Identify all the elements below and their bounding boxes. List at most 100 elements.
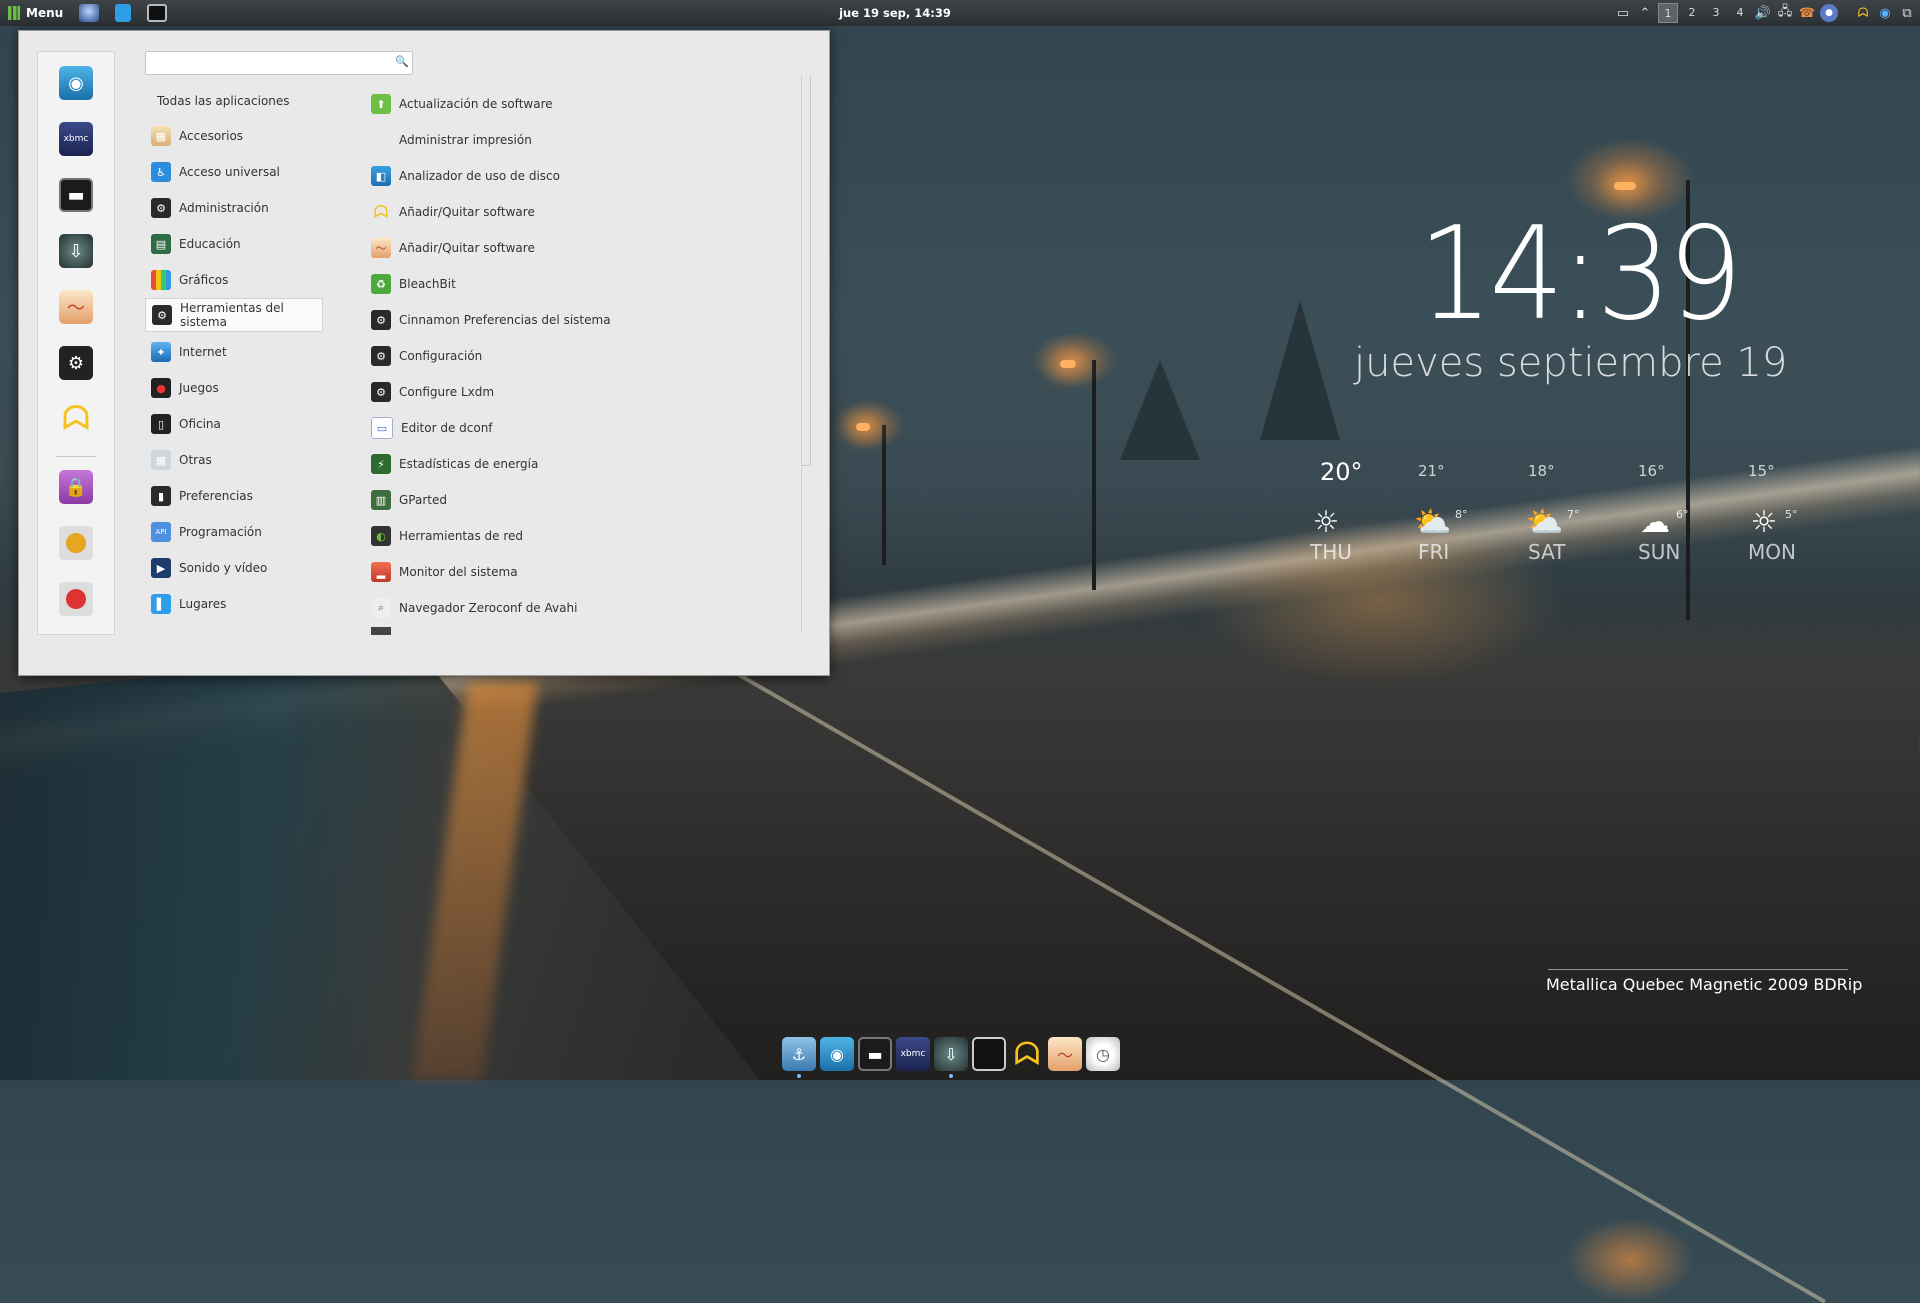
category-graficos[interactable]: Gráficos xyxy=(145,263,323,297)
dock-xbmc-icon[interactable]: xbmc xyxy=(896,1037,930,1071)
category-otras[interactable]: ▦ Otras xyxy=(145,443,323,477)
pacman-icon[interactable]: ᗣ xyxy=(1854,4,1872,22)
phone-icon[interactable]: ☎ xyxy=(1798,4,1816,22)
category-programacion[interactable]: API Programación xyxy=(145,515,323,549)
category-preferencias[interactable]: ▮ Preferencias xyxy=(145,479,323,513)
weather-high-temp: 16° xyxy=(1638,462,1665,480)
app-item[interactable]: ᗣ Añadir/Quitar software xyxy=(371,195,811,229)
update-arrow-icon: ⬆ xyxy=(371,94,391,114)
shutdown-icon[interactable] xyxy=(59,582,93,616)
weather-day: FRI xyxy=(1418,540,1450,564)
wallpaper-lamp-light xyxy=(1614,182,1636,190)
dock-terminal-icon[interactable] xyxy=(972,1037,1006,1071)
update-manager-icon[interactable]: ◉ xyxy=(1876,4,1894,22)
app-item[interactable]: ♻ BleachBit xyxy=(371,267,811,301)
workspace-1[interactable]: 1 xyxy=(1658,3,1678,23)
category-sonido-y-video[interactable]: ▶ Sonido y vídeo xyxy=(145,551,323,585)
category-label: Herramientas del sistema xyxy=(180,301,284,329)
weather-high-temp: 18° xyxy=(1528,462,1555,480)
wallpaper-bridge xyxy=(0,650,760,1080)
weather-day: THU xyxy=(1310,540,1352,564)
volume-icon[interactable]: 🔊 xyxy=(1754,4,1772,22)
apps-scrollbar[interactable] xyxy=(801,75,811,633)
clock-app-launcher-icon[interactable] xyxy=(79,4,100,22)
favorite-xbmc-icon[interactable]: xbmc xyxy=(59,122,93,156)
category-label: Internet xyxy=(179,345,227,359)
workspace-2[interactable]: 2 xyxy=(1682,3,1702,23)
category-all[interactable]: Todas las aplicaciones xyxy=(145,84,323,118)
category-label: Oficina xyxy=(179,417,221,431)
favorite-system-monitor-icon[interactable]: 〜 xyxy=(59,290,93,324)
app-item[interactable]: ⬆ Actualización de software xyxy=(371,87,811,121)
display-icon[interactable]: ⧉ xyxy=(1898,4,1916,22)
app-item[interactable]: ⌕ Navegador Zeroconf de Avahi xyxy=(371,591,811,625)
category-accesorios[interactable]: ▦ Accesorios xyxy=(145,119,323,153)
category-educacion[interactable]: ▤ Educación xyxy=(145,227,323,261)
pacman-icon: ᗣ xyxy=(373,201,389,223)
search-input[interactable] xyxy=(145,51,413,75)
app-item[interactable]: ⚙ Configure Lxdm xyxy=(371,375,811,409)
apps-scrollbar-thumb[interactable] xyxy=(802,75,811,466)
favorite-browser-icon[interactable]: ◉ xyxy=(59,66,93,100)
category-juegos[interactable]: ● Juegos xyxy=(145,371,323,405)
app-item[interactable]: ◐ Herramientas de red xyxy=(371,519,811,553)
dock-system-monitor-icon[interactable]: 〜 xyxy=(1048,1037,1082,1071)
menu-button[interactable]: Menu xyxy=(0,0,71,26)
category-internet[interactable]: ✦ Internet xyxy=(145,335,323,369)
dock-downloader-icon[interactable]: ⇩ xyxy=(934,1037,968,1078)
configuration-icon: ⚙ xyxy=(371,346,391,366)
app-item[interactable]: ▂ Monitor del sistema xyxy=(371,555,811,589)
system-tray: ▭ ⌃ 1 2 3 4 🔊 🖧 ☎ ● ᗣ ◉ ⧉ xyxy=(1614,0,1920,26)
network-icon[interactable]: 🖧 xyxy=(1776,4,1794,22)
category-lugares[interactable]: ▌ Lugares xyxy=(145,587,323,621)
wallpaper-lamp-light xyxy=(856,423,870,431)
internet-icon: ✦ xyxy=(151,342,171,362)
favorite-pacman-icon[interactable]: ᗣ xyxy=(59,399,93,439)
files-launcher-icon[interactable] xyxy=(115,4,132,22)
dock-pacman-icon[interactable]: ᗣ xyxy=(1010,1035,1044,1073)
app-item[interactable]: ▥ GParted xyxy=(371,483,811,517)
app-item[interactable]: ⚙ Cinnamon Preferencias del sistema xyxy=(371,303,811,337)
desklet-date: jueves septiembre 19 xyxy=(1354,340,1788,386)
favorite-downloader-icon[interactable]: ⇩ xyxy=(59,234,93,268)
app-item[interactable]: ▭ Editor de dconf xyxy=(371,411,811,445)
app-item[interactable]: ⚡ Estadísticas de energía xyxy=(371,447,811,481)
category-herramientas-del-sistema[interactable]: ⚙ Herramientas del sistema xyxy=(145,298,323,332)
dock: ⚓ ◉ ▬ xbmc ⇩ ᗣ 〜 ◷ xyxy=(782,1030,1120,1078)
favorite-settings-icon[interactable]: ⚙ xyxy=(59,346,93,380)
app-item[interactable]: ◧ Analizador de uso de disco xyxy=(371,159,811,193)
dock-anchor-icon[interactable]: ⚓ xyxy=(782,1037,816,1078)
app-item[interactable]: Administrar impresión xyxy=(371,123,811,157)
category-oficina[interactable]: ▯ Oficina xyxy=(145,407,323,441)
favorite-media-player-icon[interactable]: ▬ xyxy=(59,178,93,212)
running-indicator xyxy=(949,1074,953,1078)
logout-icon[interactable] xyxy=(59,526,93,560)
dock-clock-icon[interactable]: ◷ xyxy=(1086,1037,1120,1071)
dock-media-player-icon[interactable]: ▬ xyxy=(858,1037,892,1071)
app-item[interactable]: 〜 Añadir/Quitar software xyxy=(371,231,811,265)
app-label: Administrar impresión xyxy=(399,133,532,147)
workspace-3[interactable]: 3 xyxy=(1706,3,1726,23)
show-desktop-icon[interactable]: ▭ xyxy=(1614,4,1632,22)
graphics-icon xyxy=(151,270,171,290)
lock-screen-icon[interactable]: 🔒 xyxy=(59,470,93,504)
printer-icon xyxy=(371,130,391,150)
dock-browser-icon[interactable]: ◉ xyxy=(820,1037,854,1071)
terminal-launcher-icon[interactable] xyxy=(147,4,168,22)
rain-icon: ☁ xyxy=(1640,505,1670,540)
workspace-4[interactable]: 4 xyxy=(1730,3,1750,23)
category-label: Administración xyxy=(179,201,269,215)
app-label: Navegador Zeroconf de Avahi xyxy=(399,601,578,615)
chevron-up-icon[interactable]: ⌃ xyxy=(1636,4,1654,22)
category-administracion[interactable]: ⚙ Administración xyxy=(145,191,323,225)
lxdm-icon: ⚙ xyxy=(371,382,391,402)
app-item[interactable]: ⚙ Configuración xyxy=(371,339,811,373)
power-statistics-icon: ⚡ xyxy=(371,454,391,474)
category-label: Programación xyxy=(179,525,262,539)
wallpaper-lamp xyxy=(1092,360,1096,590)
category-acceso-universal[interactable]: ♿ Acceso universal xyxy=(145,155,323,189)
preferences-icon: ▮ xyxy=(151,486,171,506)
user-avatar-icon[interactable]: ● xyxy=(1820,4,1838,22)
office-icon: ▯ xyxy=(151,414,171,434)
sun-icon: ☼ xyxy=(1312,505,1340,540)
